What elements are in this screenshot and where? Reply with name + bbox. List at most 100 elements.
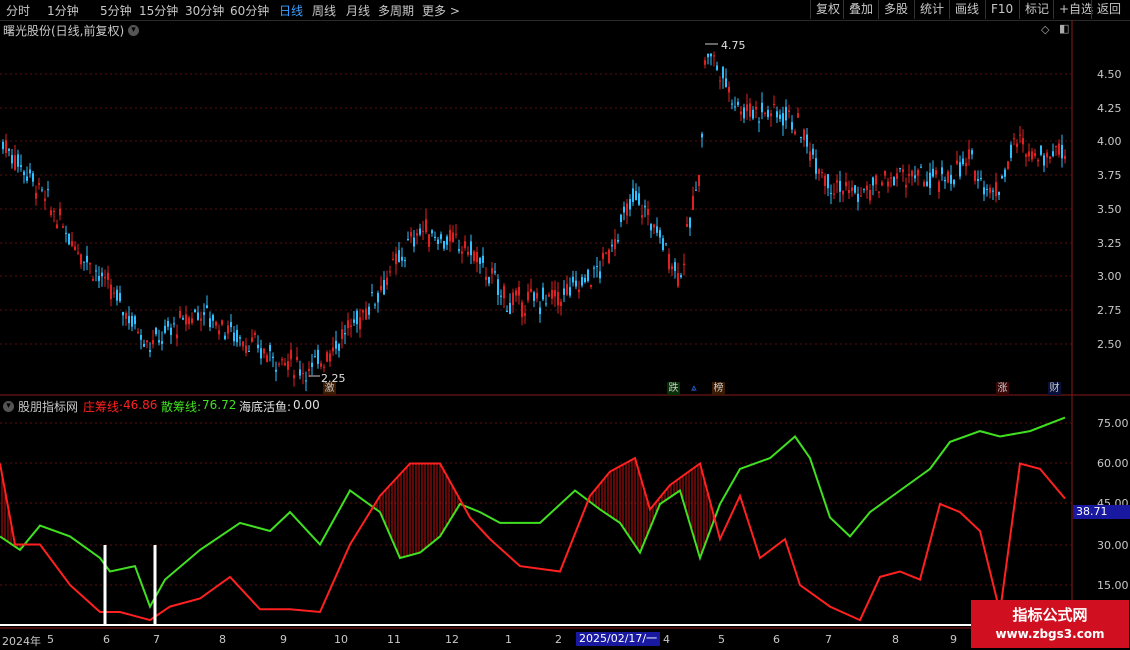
candle-body: [305, 380, 307, 382]
candle-body: [566, 283, 568, 295]
diamond-icon[interactable]: ◇: [1041, 23, 1049, 36]
candle-body: [695, 189, 697, 191]
candle-body: [878, 191, 880, 193]
candle-body: [713, 55, 715, 57]
signal-marker[interactable]: 跌: [667, 382, 680, 395]
candle-body: [518, 287, 520, 296]
candle-body: [437, 239, 439, 244]
candle-body: [557, 291, 559, 306]
month-tick: 8: [219, 633, 226, 646]
candle-body: [491, 268, 493, 274]
candle-body: [707, 53, 709, 58]
candle-body: [530, 288, 532, 292]
candle-body: [893, 177, 895, 186]
candle-body: [848, 190, 850, 194]
price-tick: 4.00: [1097, 135, 1122, 148]
candle-body: [863, 188, 865, 190]
month-tick: 6: [103, 633, 110, 646]
signal-marker[interactable]: 榜: [712, 382, 725, 395]
candle-body: [830, 192, 832, 194]
candle-body: [686, 224, 688, 227]
candle-body: [662, 238, 664, 250]
candle-body: [701, 133, 703, 138]
current-value-box: 38.71: [1073, 505, 1130, 519]
candle-body: [53, 210, 55, 212]
candle-body: [260, 348, 262, 359]
candle-body: [1058, 143, 1060, 155]
signal-marker[interactable]: 财: [1048, 382, 1061, 395]
candle-body: [968, 149, 970, 160]
candle-body: [650, 224, 652, 231]
candle-body: [536, 292, 538, 299]
candle-body: [977, 179, 979, 181]
candle-body: [995, 182, 997, 197]
candle-body: [452, 232, 454, 243]
candle-body: [971, 150, 973, 155]
candle-body: [302, 373, 304, 375]
candle-body: [206, 305, 208, 309]
price-tick: 3.00: [1097, 270, 1122, 283]
candle-body: [1016, 143, 1018, 148]
candle-body: [287, 361, 289, 370]
candle-body: [71, 241, 73, 246]
candle-body: [923, 181, 925, 187]
candle-body: [734, 106, 736, 108]
candle-body: [164, 325, 166, 333]
candle-body: [50, 210, 52, 216]
candle-body: [608, 249, 610, 264]
candle-body: [731, 103, 733, 105]
arrow-up-icon: ⩓: [691, 383, 697, 394]
candle-body: [254, 332, 256, 335]
candle-body: [461, 251, 463, 254]
indicator-dropdown-icon[interactable]: ▾: [3, 399, 14, 413]
candle-body: [1025, 154, 1027, 157]
candle-body: [1010, 144, 1012, 158]
candle-body: [323, 366, 325, 368]
candle-body: [869, 189, 871, 201]
candle-body: [35, 192, 37, 199]
candle-body: [95, 270, 97, 272]
indicator-tick: 30.00: [1097, 539, 1129, 552]
candle-body: [308, 368, 310, 372]
candle-body: [38, 183, 40, 185]
candle-body: [239, 337, 241, 339]
month-tick: 8: [892, 633, 899, 646]
candle-body: [764, 112, 766, 114]
candle-body: [362, 310, 364, 313]
candle-body: [743, 107, 745, 119]
candle-body: [590, 285, 592, 288]
month-tick: 6: [773, 633, 780, 646]
candle-body: [137, 331, 139, 334]
signal-marker[interactable]: 涨: [996, 382, 1009, 395]
candle-body: [956, 160, 958, 164]
title-dropdown-icon[interactable]: ▾: [128, 23, 139, 37]
candle-body: [500, 295, 502, 297]
candle-body: [422, 231, 424, 233]
candle-body: [614, 239, 616, 250]
candle-body: [380, 286, 382, 291]
candle-body: [284, 363, 286, 366]
candle-body: [788, 110, 790, 113]
candle-body: [767, 109, 769, 118]
candle-body: [770, 113, 772, 117]
candle-body: [116, 289, 118, 301]
candle-body: [851, 187, 853, 192]
indicator-name: 股朋指标网: [18, 400, 79, 414]
candle-body: [692, 196, 694, 210]
candle-body: [866, 185, 868, 191]
price-tick: 3.25: [1097, 237, 1122, 250]
chart-canvas[interactable]: [0, 0, 1130, 650]
candle-body: [473, 251, 475, 261]
high-price-label: 4.75: [721, 39, 746, 52]
candle-body: [299, 369, 301, 376]
candle-body: [800, 137, 802, 139]
candle-body: [698, 174, 700, 186]
indicator-tick: 15.00: [1097, 579, 1129, 592]
signal-marker[interactable]: 激: [323, 382, 336, 395]
panel-toggle-icon[interactable]: ◧: [1059, 22, 1069, 35]
candle-body: [1037, 160, 1039, 162]
san-chou-line: [0, 416, 1066, 609]
candle-body: [875, 175, 877, 185]
price-tick: 4.50: [1097, 68, 1122, 81]
candle-body: [275, 369, 277, 372]
